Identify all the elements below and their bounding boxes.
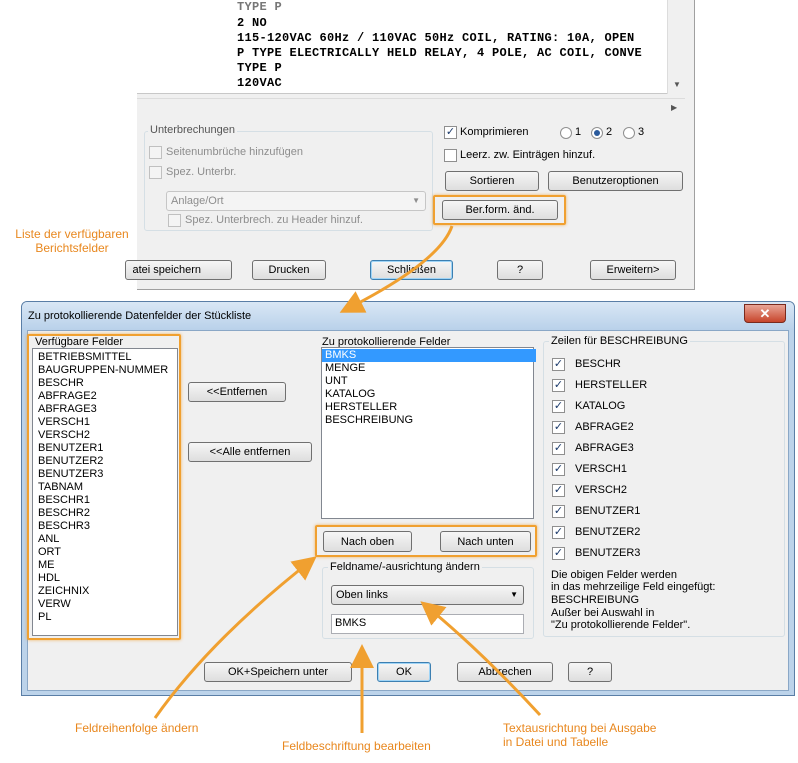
- callout-arrow: [420, 601, 542, 717]
- callout-text: Liste der verfügbaren: [15, 227, 129, 241]
- callout-arrows: [153, 225, 542, 733]
- callout-label-edit: Feldbeschriftung bearbeiten: [282, 739, 431, 753]
- callout-list-label: Liste der verfügbaren Berichtsfelder: [6, 227, 138, 255]
- callout-text: Berichtsfelder: [35, 241, 109, 255]
- callout-alignment: Textausrichtung bei Ausgabe in Datei und…: [503, 721, 656, 749]
- callout-arrow: [339, 225, 454, 313]
- callout-order: Feldreihenfolge ändern: [75, 721, 199, 735]
- callout-arrow: [153, 556, 317, 719]
- callout-text: Textausrichtung bei Ausgabe: [503, 721, 657, 735]
- callout-text: in Datei und Tabelle: [503, 735, 609, 749]
